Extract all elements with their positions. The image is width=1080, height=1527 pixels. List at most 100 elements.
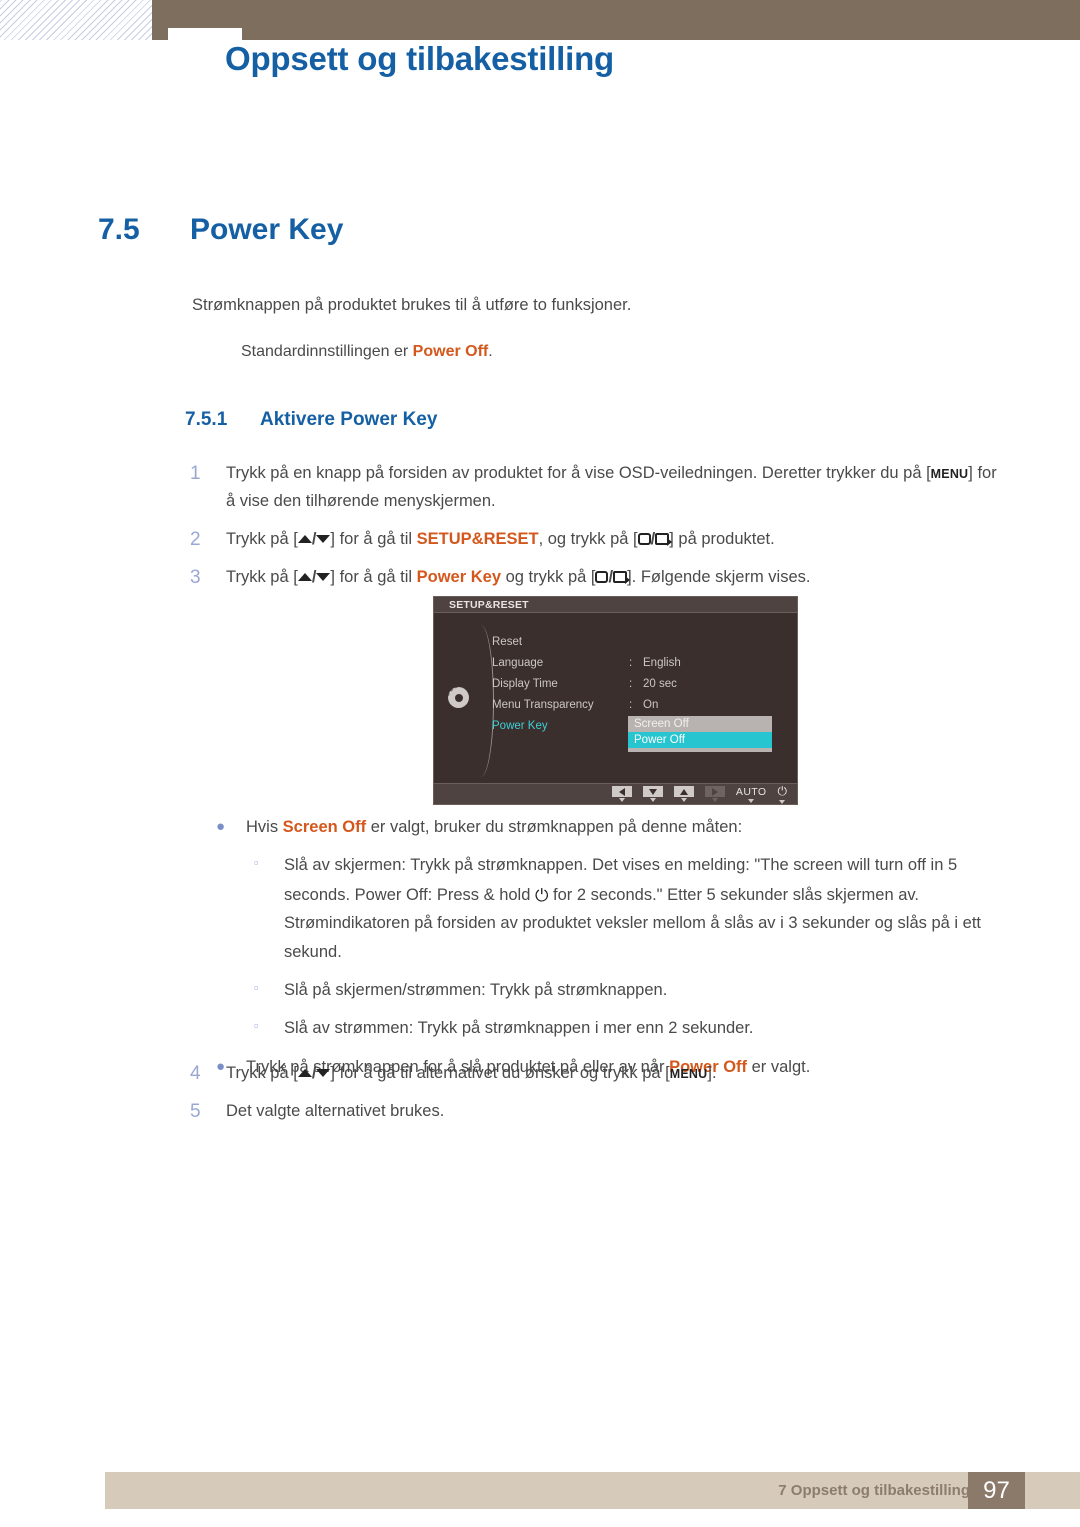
intro-2-suffix: . xyxy=(488,343,493,360)
bullet-item: ● Hvis Screen Off er valgt, bruker du st… xyxy=(212,813,1002,841)
arrow-left-icon xyxy=(618,787,625,796)
step-3-text-d: ]. Følgende skjerm vises. xyxy=(627,568,811,587)
subsection-title: Aktivere Power Key xyxy=(260,409,438,430)
sub-bullet-text: Slå av skjermen: Trykk på strømknappen. … xyxy=(284,851,1002,966)
step-item: 3 Trykk på [/] for å gå til Power Key og… xyxy=(190,563,1000,592)
arrow-right-icon xyxy=(711,787,718,796)
gear-icon xyxy=(445,684,478,717)
back-key-icon xyxy=(637,532,651,545)
step-item: 4 Trykk på [/] for å gå til alternativet… xyxy=(190,1059,1000,1088)
intro-paragraph-1: Strømknappen på produktet brukes til å u… xyxy=(192,296,632,314)
step-4-text-b: ] for å gå til alternativet du ønsker og… xyxy=(330,1064,670,1082)
page-header: Oppsett og tilbakestilling xyxy=(0,0,1080,118)
osd-label: Language xyxy=(492,656,544,669)
osd-titlebar: SETUP&RESET xyxy=(434,597,797,613)
header-brown-bar-right xyxy=(222,0,1080,40)
arrow-up-icon xyxy=(297,1069,312,1077)
osd-arc-decoration xyxy=(472,625,494,777)
osd-label: Menu Transparency xyxy=(492,698,594,711)
osd-value: English xyxy=(643,656,681,669)
step-item: 2 Trykk på [/] for å gå til SETUP&RESET,… xyxy=(190,525,1000,554)
section-heading: 7.5 Power Key xyxy=(98,213,343,247)
sub-bullet-item: ▫ Slå av skjermen: Trykk på strømknappen… xyxy=(212,851,1002,966)
osd-tick-icon xyxy=(748,798,755,803)
osd-menu-item-reset[interactable]: Reset xyxy=(492,631,792,652)
steps-list-bottom: 4 Trykk på [/] for å gå til alternativet… xyxy=(190,1059,1000,1136)
step-number: 5 xyxy=(190,1101,201,1123)
osd-body: Reset Language : English Display Time : … xyxy=(434,613,797,784)
osd-label: Reset xyxy=(492,635,523,648)
power-icon: ⏻ xyxy=(534,885,549,905)
step-number: 1 xyxy=(190,463,201,484)
osd-button-bar: AUTO ⏻ xyxy=(434,783,797,804)
page-footer: 7 Oppsett og tilbakestilling 97 xyxy=(105,1472,1080,1509)
back-key-icon xyxy=(595,571,609,584)
section-number: 7.5 xyxy=(98,213,140,246)
sub-bullet-item: ▫ Slå på skjermen/strømmen: Trykk på str… xyxy=(212,976,1002,1004)
sub-bullet-text: Slå av strømmen: Trykk på strømknappen i… xyxy=(284,1019,754,1038)
arrow-down-icon xyxy=(648,788,657,795)
step-text: Trykk på [/] for å gå til alternativet d… xyxy=(226,1064,717,1082)
intro-2-prefix: Standardinnstillingen er xyxy=(241,343,413,360)
sub-bullet-marker: ▫ xyxy=(254,1018,259,1034)
osd-colon: : xyxy=(629,698,633,711)
osd-tick-icon xyxy=(618,798,625,802)
power-icon: ⏻ xyxy=(777,784,788,798)
step-item: 1 Trykk på en knapp på forsiden av produ… xyxy=(190,459,1000,516)
step-2-highlight: SETUP&RESET xyxy=(416,529,539,548)
step-text: Trykk på [/] for å gå til Power Key og t… xyxy=(226,568,811,587)
osd-power-key-dropdown[interactable]: Screen Off Power Off xyxy=(628,716,772,752)
sub-bullet-text: Slå på skjermen/strømmen: Trykk på strøm… xyxy=(284,980,668,999)
subsection-heading: 7.5.1 Aktivere Power Key xyxy=(185,409,437,431)
osd-menu-item-display-time[interactable]: Display Time : 20 sec xyxy=(492,673,792,694)
step-number: 4 xyxy=(190,1063,201,1084)
osd-button-up[interactable] xyxy=(673,786,694,802)
bullet-1-pre: Hvis xyxy=(246,818,283,836)
step-number: 3 xyxy=(190,567,201,589)
osd-menu-item-menu-transparency[interactable]: Menu Transparency : On xyxy=(492,694,792,715)
step-3-highlight: Power Key xyxy=(416,568,502,587)
osd-title: SETUP&RESET xyxy=(449,598,529,611)
step-text: Det valgte alternativet brukes. xyxy=(226,1102,445,1121)
osd-button-right[interactable] xyxy=(704,786,725,802)
osd-option-power-off[interactable]: Power Off xyxy=(628,732,772,748)
step-3-text-a: Trykk på [ xyxy=(226,568,298,587)
arrow-up-icon xyxy=(297,534,312,543)
step-3-text-c: og trykk på [ xyxy=(501,568,596,587)
arrow-down-icon xyxy=(316,1069,331,1077)
subsection-number: 7.5.1 xyxy=(185,409,228,430)
osd-button-power[interactable]: ⏻ xyxy=(777,784,788,804)
arrow-up-icon xyxy=(297,573,312,582)
page-title: Oppsett og tilbakestilling xyxy=(225,40,614,77)
intro-2-highlight: Power Off xyxy=(412,343,489,360)
bullet-list: ● Hvis Screen Off er valgt, bruker du st… xyxy=(212,813,1002,1091)
arrow-down-icon xyxy=(316,534,331,543)
osd-label: Display Time xyxy=(492,677,558,690)
osd-auto-label: AUTO xyxy=(735,785,767,798)
osd-menu-item-language[interactable]: Language : English xyxy=(492,652,792,673)
step-4-text-a: Trykk på [ xyxy=(226,1064,298,1082)
osd-option-screen-off[interactable]: Screen Off xyxy=(628,716,772,732)
sub-bullet-marker: ▫ xyxy=(254,855,259,871)
sub-bullet-marker: ▫ xyxy=(254,979,259,995)
step-3-text-b: ] for å gå til xyxy=(330,568,417,587)
osd-button-down[interactable] xyxy=(642,786,663,802)
enter-key-icon xyxy=(613,571,631,585)
footer-chapter-label: 7 Oppsett og tilbakestilling xyxy=(778,1482,970,1499)
step-item: 5 Det valgte alternativet brukes. xyxy=(190,1097,1000,1126)
osd-tick-icon xyxy=(649,798,656,802)
osd-button-auto[interactable]: AUTO xyxy=(736,786,767,803)
bullet-text: Hvis Screen Off er valgt, bruker du strø… xyxy=(246,813,1002,841)
intro-paragraph-2: Standardinnstillingen er Power Off. xyxy=(241,343,493,361)
step-text: Trykk på [/] for å gå til SETUP&RESET, o… xyxy=(226,529,775,548)
bullet-1-highlight: Screen Off xyxy=(282,818,367,836)
osd-value: On xyxy=(643,698,659,711)
osd-button-left[interactable] xyxy=(611,786,632,802)
decorative-stripes xyxy=(0,0,152,40)
section-title: Power Key xyxy=(190,213,344,246)
osd-tick-icon xyxy=(711,798,718,802)
step-1-text-a: Trykk på en knapp på forsiden av produkt… xyxy=(226,464,931,482)
osd-screenshot: SETUP&RESET Reset Language : English Dis… xyxy=(433,596,798,805)
menu-key-glyph: MENU xyxy=(669,1067,708,1081)
step-text: Trykk på en knapp på forsiden av produkt… xyxy=(226,459,1000,516)
